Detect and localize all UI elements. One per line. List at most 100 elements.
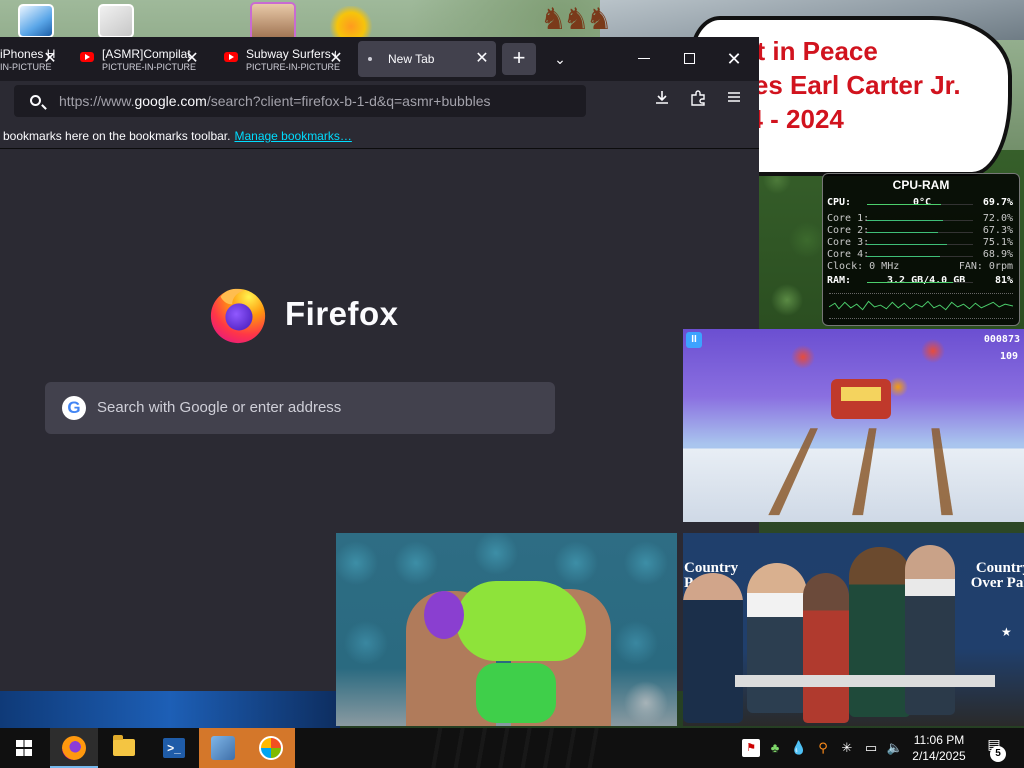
core-bar	[867, 232, 973, 233]
pip-subway-surfers-video[interactable]: II 000873 109	[683, 329, 1024, 522]
core-label: Core 4:	[827, 249, 870, 260]
url-text[interactable]: https://www.google.com/search?client=fir…	[59, 93, 491, 109]
person-image	[747, 563, 807, 713]
desktop-app-icon[interactable]	[18, 4, 54, 38]
core-row: Core 3: 75.1%	[827, 237, 1015, 249]
desktop-flame-icon[interactable]	[328, 6, 374, 40]
url-domain: google.com	[134, 93, 207, 109]
purple-ball-image	[424, 591, 464, 639]
game-coins: 109	[999, 351, 1018, 362]
core-label: Core 2:	[827, 225, 870, 236]
bookmarks-toolbar: bookmarks here on the bookmarks toolbar.…	[0, 121, 759, 149]
taskbar-powershell[interactable]: >_	[150, 728, 198, 768]
search-icon	[30, 95, 41, 106]
chevron-down-icon: ⌄	[554, 51, 566, 67]
desktop-photo-icon[interactable]	[250, 2, 296, 42]
tab-close-icon[interactable]: ✕	[42, 51, 58, 67]
search-placeholder: Search with Google or enter address	[97, 399, 342, 416]
tab-new-tab[interactable]: New Tab ✕	[358, 41, 496, 77]
wallpaper-blue-strip	[0, 690, 340, 730]
fan-readout: FAN: 0rpm	[958, 261, 1013, 272]
tab-title: New Tab	[388, 52, 435, 66]
system-clock[interactable]: 11:06 PM 2/14/2025	[902, 732, 976, 764]
new-tab-search-box[interactable]: G Search with Google or enter address	[45, 382, 555, 434]
tray-drop-icon[interactable]: 💧	[790, 739, 808, 757]
cpu-label: CPU:	[827, 197, 852, 208]
tab-subway-surfers[interactable]: Subway Surfers G PICTURE-IN-PICTURE ✕	[216, 41, 350, 77]
tab-close-icon[interactable]: ✕	[328, 51, 344, 67]
pip-asmr-video[interactable]	[336, 533, 677, 726]
hamburger-menu-icon[interactable]	[722, 89, 746, 113]
tab-list-button[interactable]: ⌄	[546, 47, 574, 71]
url-suffix: /search?client=firefox-b-1-d&q=asmr+bubb…	[206, 93, 491, 109]
windows-logo-icon	[16, 740, 32, 756]
person-image	[683, 573, 743, 723]
clock-fan-row: Clock: 0 MHz FAN: 0rpm	[827, 261, 1015, 273]
core-row: Core 1: 72.0%	[827, 213, 1015, 225]
tab-close-icon[interactable]: ✕	[184, 51, 200, 67]
cpu-value: 69.7%	[982, 197, 1013, 208]
youtube-icon	[224, 52, 238, 62]
taskbar-file-explorer[interactable]	[100, 728, 148, 768]
clock-readout: Clock: 0 MHz	[827, 261, 900, 272]
desktop-document-icon[interactable]	[98, 4, 134, 38]
minimize-button[interactable]	[630, 45, 658, 73]
firefox-icon	[62, 736, 86, 760]
extensions-icon[interactable]	[686, 89, 710, 113]
tab-iphones[interactable]: iPhones H IN-PICTURE ✕	[0, 41, 64, 77]
core-bar	[867, 244, 973, 245]
tray-network-icon[interactable]: ▭	[862, 739, 880, 757]
firefox-logo-icon	[210, 288, 266, 344]
core-row: Core 2: 67.3%	[827, 225, 1015, 237]
new-tab-button[interactable]: +	[502, 43, 536, 75]
core-value: 67.3%	[982, 225, 1013, 236]
ram-label: RAM:	[827, 275, 852, 286]
tray-star-icon[interactable]: ✳	[838, 739, 856, 757]
memorial-line-1: st in Peace	[742, 36, 878, 66]
tab-close-icon[interactable]: ✕	[474, 51, 490, 67]
tray-search-icon[interactable]: ⚲	[814, 739, 832, 757]
reindeer-decoration: ♞♞♞	[540, 3, 613, 36]
manage-bookmarks-link[interactable]: Manage bookmarks…	[234, 129, 351, 143]
train-image	[831, 379, 891, 419]
taskbar-app-windows[interactable]	[247, 728, 295, 768]
pause-button[interactable]: II	[686, 332, 702, 348]
maximize-icon	[683, 53, 695, 65]
taskbar-app-computer[interactable]	[199, 728, 247, 768]
core-value: 75.1%	[982, 237, 1013, 248]
notification-count-badge: 5	[990, 746, 1006, 762]
banner-right-text: Country Over Par	[970, 560, 1024, 591]
close-window-button[interactable]: ✕	[720, 45, 748, 73]
powershell-icon: >_	[163, 738, 185, 758]
tab-strip: iPhones H IN-PICTURE ✕ [ASMR]Compilat PI…	[0, 37, 759, 81]
tab-asmr-compilation[interactable]: [ASMR]Compilat PICTURE-IN-PICTURE ✕	[72, 41, 206, 77]
maximize-button[interactable]	[675, 45, 703, 73]
green-slime-image	[476, 663, 556, 723]
ram-percent: 81%	[994, 275, 1013, 286]
cpu-ram-gadget[interactable]: CPU-RAM CPU: 0°C 69.7% Core 1: 72.0% Cor…	[822, 173, 1020, 326]
star-icon: ★	[1001, 625, 1012, 639]
downloads-icon[interactable]	[650, 89, 674, 113]
start-button[interactable]	[0, 728, 48, 768]
tab-title: [ASMR]Compilat	[102, 47, 191, 61]
tab-title: Subway Surfers G	[246, 47, 336, 61]
core-bar	[867, 256, 973, 257]
taskbar: >_ ⚑ ♣ 💧 ⚲ ✳ ▭ 🔈 11:06 PM 2/14/2025 ▤ 5	[0, 728, 1024, 768]
core-bar	[867, 220, 973, 221]
windows-orb-icon	[259, 736, 283, 760]
cpu-temp: 0°C	[913, 197, 932, 208]
cpu-bar	[867, 204, 973, 205]
gadget-title: CPU-RAM	[892, 178, 950, 192]
game-score: 000873	[983, 334, 1020, 345]
clock-time: 11:06 PM	[913, 733, 965, 747]
person-image	[905, 545, 955, 715]
address-bar[interactable]: https://www.google.com/search?client=fir…	[14, 85, 586, 117]
tray-people-icon[interactable]: ♣	[766, 739, 784, 757]
youtube-icon	[80, 52, 94, 62]
banner-text-right: Country Over Par	[971, 561, 1024, 591]
table-image	[735, 675, 995, 687]
taskbar-firefox[interactable]	[50, 728, 98, 768]
folder-icon	[113, 735, 135, 756]
pip-news-video[interactable]: Country Par Country Over Par ★	[683, 533, 1024, 726]
tray-flag-icon[interactable]: ⚑	[742, 739, 760, 757]
